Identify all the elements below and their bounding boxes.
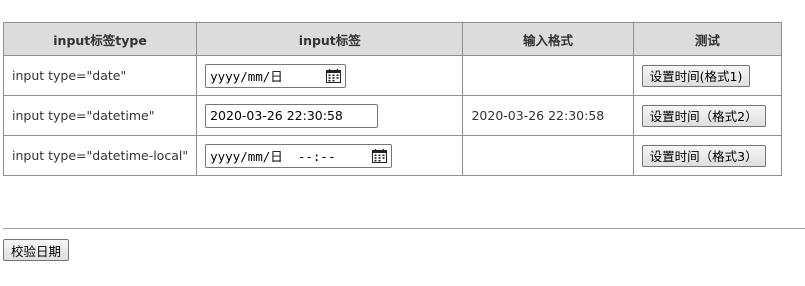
datetime-local-input-value: yyyy/mm/日 --:-- [210,149,336,164]
calendar-icon[interactable] [326,68,342,83]
table-row: input type="datetime" 2020-03-26 22:30:5… [2,95,783,136]
table-row: input type="datetime-local" yyyy/mm/日 --… [2,135,783,176]
type-label-cell: input type="date" [2,55,198,96]
format-cell [462,55,634,96]
header-input-type: input标签type [2,22,198,56]
button-cell: 设置时间(格式1) [632,55,783,96]
table-row: input type="date" yyyy/mm/日 设置时间(格式1) [2,55,783,96]
type-label-cell: input type="datetime-local" [2,135,198,176]
date-input-test-table: input标签type input标签 输入格式 测试 input type="… [2,22,783,176]
input-cell: yyyy/mm/日 --:-- [196,135,464,176]
datetime-local-input[interactable]: yyyy/mm/日 --:-- [205,143,393,168]
set-time-format1-button[interactable]: 设置时间(格式1) [641,64,751,87]
set-time-format3-button[interactable]: 设置时间（格式3） [641,144,766,167]
datetime-input-value: 2020-03-26 22:30:58 [210,108,343,123]
page: input标签type input标签 输入格式 测试 input type="… [0,0,805,286]
input-cell: yyyy/mm/日 [196,55,464,96]
set-time-format2-button[interactable]: 设置时间（格式2） [641,104,766,127]
horizontal-divider [3,228,805,229]
header-input-format: 输入格式 [462,22,634,56]
date-input[interactable]: yyyy/mm/日 [205,63,347,88]
header-input-tag: input标签 [196,22,464,56]
type-label-cell: input type="datetime" [2,95,198,136]
format-cell: 2020-03-26 22:30:58 [462,95,634,136]
button-cell: 设置时间（格式2） [632,95,783,136]
calendar-icon[interactable] [372,148,388,163]
datetime-input[interactable]: 2020-03-26 22:30:58 [205,103,379,128]
date-input-value: yyyy/mm/日 [210,69,283,84]
format-cell [462,135,634,176]
input-cell: 2020-03-26 22:30:58 [196,95,464,136]
table-header-row: input标签type input标签 输入格式 测试 [2,22,783,56]
button-cell: 设置时间（格式3） [632,135,783,176]
verify-date-button[interactable]: 校验日期 [3,239,70,261]
header-test: 测试 [632,22,783,56]
